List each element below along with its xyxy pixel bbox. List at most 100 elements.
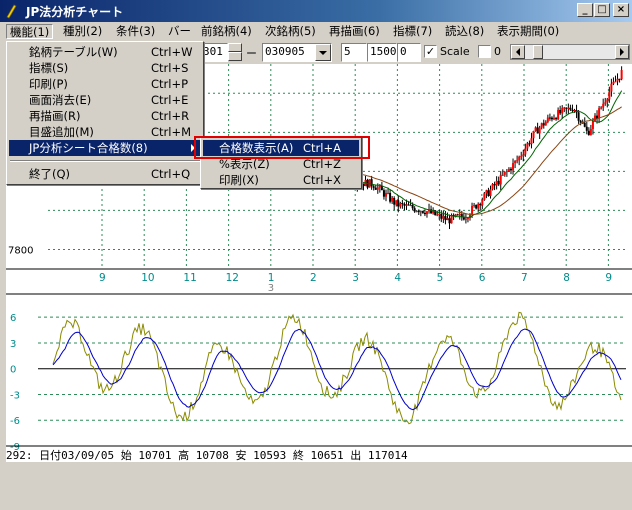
candle-body (458, 214, 461, 216)
candle-body (483, 193, 486, 200)
menu-separator (10, 160, 200, 162)
menu-redraw[interactable]: 再描画(6) (326, 24, 383, 39)
month-tick-label: 8 (563, 272, 570, 284)
spin-up-button[interactable] (228, 43, 242, 52)
candle-body (612, 81, 615, 84)
candle-body (514, 160, 517, 164)
menu-item-clear-screen[interactable]: 画面消去(E) Ctrl+E (9, 92, 201, 108)
month-tick-label: 4 (394, 272, 401, 284)
menu-display-period[interactable]: 表示期間(0) (494, 24, 562, 39)
menu-item-indicator[interactable]: 指標(S) Ctrl+S (9, 60, 201, 76)
candle-body (538, 127, 541, 134)
scale-checkbox[interactable]: ✓ (424, 45, 437, 58)
param-a-field[interactable]: 5 (341, 43, 367, 62)
candle-body (384, 192, 387, 197)
spin-down-button[interactable] (228, 52, 242, 61)
menu-next-stock[interactable]: 次銘柄(5) (262, 24, 319, 39)
period-scrollbar[interactable] (510, 44, 630, 60)
stock-code-field[interactable]: 301 (200, 43, 228, 62)
menu-item-add-scale[interactable]: 目盛追加(M) Ctrl+M (9, 124, 201, 140)
status-open: 10701 (138, 449, 172, 462)
candle-body (372, 186, 375, 188)
month-tick-label: 7 (521, 272, 528, 284)
price-tick-label: 7800 (8, 245, 33, 256)
arrow-left-icon (516, 48, 520, 56)
scroll-thumb[interactable] (533, 45, 543, 59)
candle-body (391, 198, 394, 202)
oscillator-tick-label: -6 (10, 416, 20, 427)
candle-body (405, 204, 408, 206)
candle-body (620, 69, 623, 80)
candle-body (544, 121, 547, 126)
candle-body (401, 203, 404, 205)
param-c-field[interactable]: 0 (397, 43, 421, 62)
candle-body (528, 143, 531, 145)
param-b-field[interactable]: 1500 (367, 43, 397, 62)
candle-body (393, 198, 396, 205)
candle-body (370, 179, 373, 187)
menu-load[interactable]: 読込(8) (442, 24, 487, 39)
month-tick-label: 12 (226, 272, 239, 284)
menu-bar-item[interactable]: バー (165, 24, 194, 39)
candle-body (610, 83, 613, 92)
status-close: 10651 (310, 449, 344, 462)
candle-body (509, 168, 512, 171)
oscillator-tick-label: 6 (10, 313, 16, 324)
candle-body (444, 216, 447, 221)
scroll-right-button[interactable] (615, 45, 629, 59)
candle-body (475, 204, 478, 209)
menu-item-stock-table[interactable]: 銘柄テーブル(W) Ctrl+W (9, 44, 201, 60)
candle-body (555, 118, 558, 120)
candle-body (571, 109, 574, 111)
candle-body (499, 174, 502, 185)
minimize-button[interactable]: _ (577, 3, 593, 17)
menu-function[interactable]: 機能(1) (6, 24, 54, 39)
candle-body (503, 171, 506, 175)
candle-body (438, 214, 441, 216)
candle-body (491, 184, 494, 190)
status-open-label: 始 (120, 449, 132, 462)
arrow-right-icon (620, 48, 624, 56)
candle-body (553, 118, 556, 120)
oscillator-tick-label: 0 (10, 365, 16, 376)
candle-body (618, 78, 621, 80)
menu-indicator[interactable]: 指標(7) (390, 24, 435, 39)
scale-label: Scale (440, 45, 470, 58)
candle-body (411, 204, 414, 209)
menu-item-redraw[interactable]: 再描画(R) Ctrl+R (9, 108, 201, 124)
date-dropdown-button[interactable] (315, 44, 331, 61)
candle-body (587, 130, 590, 135)
submenu-item-print[interactable]: 印刷(X) Ctrl+X (203, 172, 359, 188)
candle-body (473, 204, 476, 206)
menu-item-jp-sheet-pass-count[interactable]: JP分析シート合格数(8) (9, 140, 201, 156)
candle-body (456, 214, 459, 216)
close-button[interactable]: × (613, 3, 629, 17)
function-menu: 銘柄テーブル(W) Ctrl+W 指標(S) Ctrl+S 印刷(P) Ctrl+P … (6, 41, 204, 185)
option-checkbox[interactable] (478, 45, 491, 58)
menu-condition[interactable]: 条件(3) (113, 24, 158, 39)
status-line: 292: 日付03/09/05 始 10701 高 10708 安 10593 … (6, 447, 408, 463)
candle-body (512, 163, 515, 171)
candle-body (616, 78, 619, 82)
candle-body (382, 190, 385, 197)
status-high: 10708 (195, 449, 229, 462)
candle-body (565, 107, 568, 109)
status-low-label: 安 (235, 449, 247, 462)
candle-body (530, 138, 533, 145)
menu-prev-stock[interactable]: 前銘柄(4) (198, 24, 255, 39)
candle-body (489, 189, 492, 197)
scroll-left-button[interactable] (511, 45, 525, 59)
maximize-button[interactable]: □ (594, 3, 610, 17)
candle-body (540, 123, 543, 128)
candle-body (399, 203, 402, 207)
candle-body (493, 184, 496, 186)
menu-item-exit[interactable]: 終了(Q) Ctrl+Q (9, 166, 201, 182)
candle-body (497, 180, 500, 185)
candle-body (378, 185, 381, 188)
candle-body (446, 218, 449, 221)
month-tick-label: 6 (479, 272, 486, 284)
candle-body (485, 190, 488, 194)
menu-type[interactable]: 種別(2) (60, 24, 105, 39)
menu-item-print[interactable]: 印刷(P) Ctrl+P (9, 76, 201, 92)
candle-body (479, 203, 482, 206)
